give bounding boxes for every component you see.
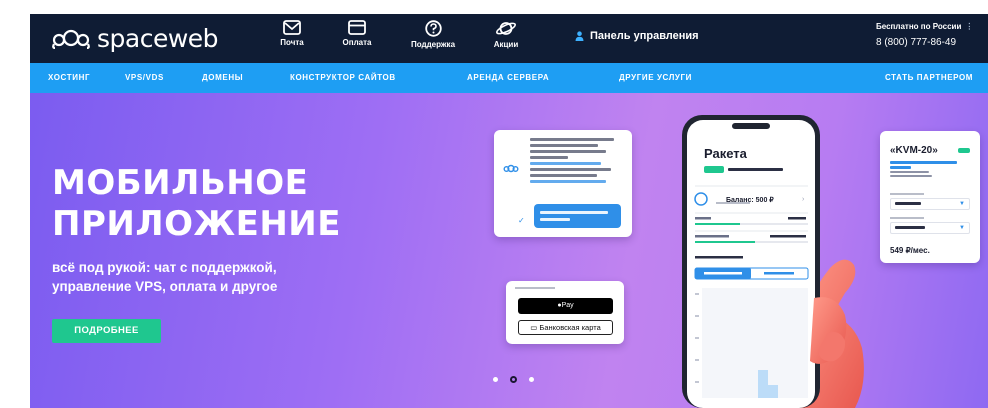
menu-item-server-rent[interactable]: АРЕНДА СЕРВЕРА bbox=[467, 63, 549, 93]
chat-logo-icon bbox=[503, 164, 519, 173]
logo-text: spaceweb bbox=[97, 23, 219, 53]
bank-card-label: Банковская карта bbox=[539, 323, 601, 332]
chat-message-line bbox=[530, 156, 568, 159]
hero-banner: МОБИЛЬНОЕ ПРИЛОЖЕНИЕ всё под рукой: чат … bbox=[30, 93, 988, 408]
tariff-specs bbox=[890, 161, 960, 179]
card-icon: ▭ bbox=[530, 323, 538, 332]
payment-card: ●Pay ▭ Банковская карта bbox=[506, 281, 624, 344]
hero-title: МОБИЛЬНОЕ ПРИЛОЖЕНИЕ bbox=[52, 163, 341, 245]
help-icon bbox=[424, 20, 442, 37]
chat-reply-bubble bbox=[534, 204, 621, 228]
slider-dots bbox=[493, 376, 546, 383]
apple-pay-button: ●Pay bbox=[518, 298, 613, 314]
tariff-spec-line bbox=[890, 171, 929, 173]
top-nav-support-label: Поддержка bbox=[410, 40, 456, 49]
top-nav-promo[interactable]: Акции bbox=[476, 20, 536, 58]
tariff-os-select: ▼ bbox=[890, 198, 970, 210]
slider-dot-2[interactable] bbox=[510, 376, 517, 383]
chat-message-link bbox=[530, 162, 602, 165]
slider-dot-3[interactable] bbox=[529, 377, 534, 382]
tariff-spec-line bbox=[890, 166, 911, 169]
menu-item-vps[interactable]: VPS/VDS bbox=[125, 63, 164, 93]
phone-status-row bbox=[704, 166, 783, 173]
bank-card-button: ▭ Банковская карта bbox=[518, 320, 613, 335]
chat-message-line bbox=[530, 138, 614, 141]
chat-message-line bbox=[530, 150, 606, 153]
hero-subtitle-line-2: управление VPS, оплата и другое bbox=[52, 279, 278, 294]
contact-block: Бесплатно по России ⋮ 8 (800) 777-86-49 bbox=[876, 22, 976, 48]
contact-caption-text: Бесплатно по России bbox=[876, 22, 962, 31]
chevron-down-icon: ▼ bbox=[959, 201, 965, 207]
chat-message-line bbox=[530, 144, 599, 147]
contact-phone[interactable]: 8 (800) 777-86-49 bbox=[876, 37, 976, 48]
card-icon bbox=[348, 20, 366, 35]
chat-message-link bbox=[530, 180, 606, 183]
logo[interactable]: spaceweb bbox=[51, 23, 219, 53]
tariff-spec-line bbox=[890, 161, 957, 164]
chevron-down-icon: ▼ bbox=[959, 225, 965, 231]
top-nav-payment-label: Оплата bbox=[342, 38, 372, 47]
tariff-select-value bbox=[895, 202, 921, 205]
tariff-panel-select: ▼ bbox=[890, 222, 970, 234]
main-menu: ХОСТИНГ VPS/VDS ДОМЕНЫ КОНСТРУКТОР САЙТО… bbox=[30, 63, 988, 93]
mail-icon bbox=[283, 20, 301, 35]
menu-item-partner[interactable]: СТАТЬ ПАРТНЕРОМ bbox=[885, 63, 973, 93]
top-bar: spaceweb Почта Оплата Поддержка Акции Па… bbox=[30, 14, 988, 63]
more-dots-icon: ⋮ bbox=[965, 22, 974, 31]
menu-item-other-services[interactable]: ДРУГИЕ УСЛУГИ bbox=[619, 63, 692, 93]
phone-app-title: Ракета bbox=[704, 146, 747, 161]
hero-subtitle-line-1: всё под рукой: чат с поддержкой, bbox=[52, 260, 277, 275]
menu-item-hosting[interactable]: ХОСТИНГ bbox=[48, 63, 90, 93]
control-panel-label: Панель управления bbox=[590, 30, 699, 42]
chat-message bbox=[530, 138, 625, 186]
slider-dot-1[interactable] bbox=[493, 377, 498, 382]
menu-item-site-builder[interactable]: КОНСТРУКТОР САЙТОВ bbox=[290, 63, 396, 93]
apple-pay-label: Pay bbox=[561, 302, 574, 309]
phone-status-badge bbox=[704, 166, 724, 173]
check-icon: ✓ bbox=[518, 216, 525, 225]
top-nav-mail-label: Почта bbox=[280, 38, 304, 47]
phone-illustration: › Ракета Баланс: 500 ₽ bbox=[640, 93, 880, 408]
chat-message-line bbox=[530, 168, 611, 171]
chat-reply-line bbox=[540, 218, 570, 221]
logo-icon bbox=[52, 29, 90, 49]
top-nav-support[interactable]: Поддержка bbox=[403, 20, 463, 58]
tariff-card: «KVM-20» ▼ ▼ 549 ₽/мес. bbox=[880, 131, 980, 263]
hand-phone-graphic: › bbox=[682, 115, 864, 408]
chat-reply-line bbox=[540, 211, 608, 214]
user-icon bbox=[575, 31, 584, 41]
top-nav-mail[interactable]: Почта bbox=[262, 20, 322, 58]
contact-caption[interactable]: Бесплатно по России ⋮ bbox=[876, 22, 976, 31]
planet-icon bbox=[496, 22, 516, 35]
top-nav-payment[interactable]: Оплата bbox=[327, 20, 387, 58]
payment-caption bbox=[515, 287, 555, 289]
chat-message-line bbox=[530, 174, 597, 177]
menu-item-domains[interactable]: ДОМЕНЫ bbox=[202, 63, 243, 93]
phone-status-text bbox=[728, 168, 783, 171]
hero-title-line-1: МОБИЛЬНОЕ bbox=[52, 163, 309, 203]
more-details-button[interactable]: ПОДРОБНЕЕ bbox=[52, 319, 161, 343]
tariff-badge bbox=[958, 148, 970, 153]
tariff-spec-line bbox=[890, 175, 932, 177]
chat-card: ✓ bbox=[494, 130, 632, 237]
tariff-field-caption bbox=[890, 193, 924, 195]
hero-title-line-2: ПРИЛОЖЕНИЕ bbox=[52, 204, 341, 244]
tariff-select-value bbox=[895, 226, 925, 229]
tariff-field-caption bbox=[890, 217, 924, 219]
page: spaceweb Почта Оплата Поддержка Акции Па… bbox=[0, 0, 988, 408]
control-panel-link[interactable]: Панель управления bbox=[575, 30, 699, 42]
tariff-price: 549 ₽/мес. bbox=[890, 246, 930, 255]
hero-subtitle: всё под рукой: чат с поддержкой, управле… bbox=[52, 258, 277, 296]
phone-balance: Баланс: 500 ₽ bbox=[726, 197, 774, 204]
tariff-name: «KVM-20» bbox=[890, 145, 938, 156]
top-nav-promo-label: Акции bbox=[493, 40, 519, 49]
